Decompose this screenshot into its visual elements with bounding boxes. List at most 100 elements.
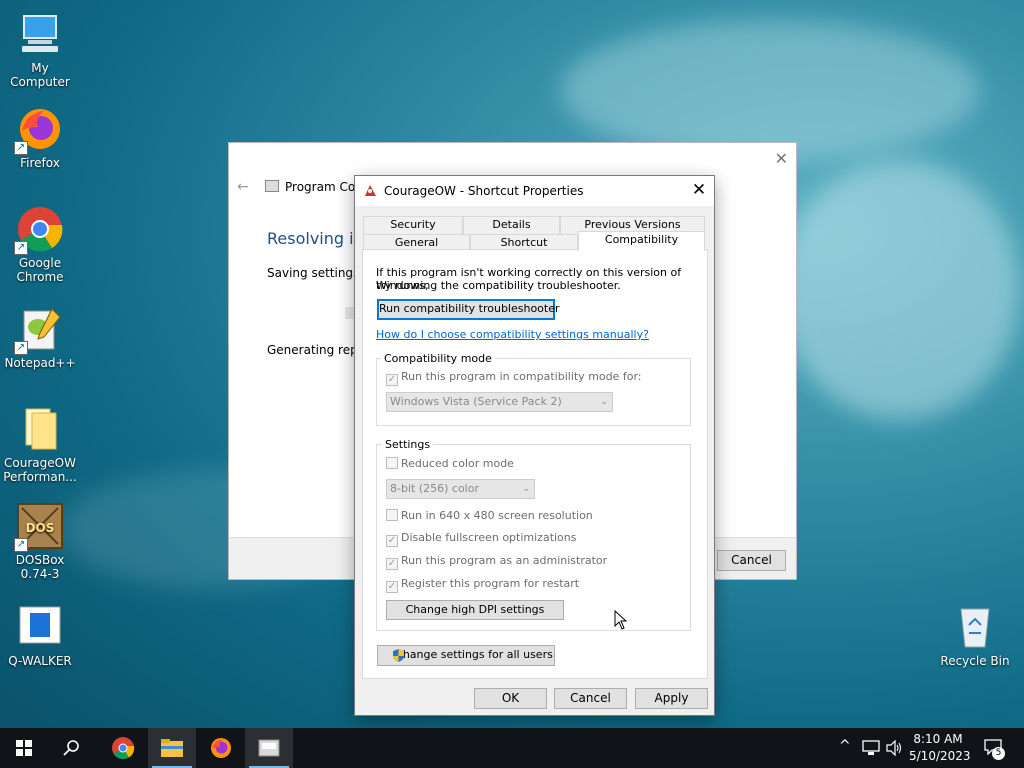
firefox-icon: ↗ — [14, 105, 64, 155]
chrome-icon — [112, 737, 135, 760]
recycle-bin-icon — [951, 603, 999, 651]
desktop-icon-label: Notepad++ — [4, 356, 76, 370]
tab-security[interactable]: Security — [363, 216, 463, 234]
chevron-up-icon[interactable]: ^ — [839, 738, 851, 754]
checkbox-checked-icon: ✓ — [386, 535, 398, 547]
desktop-icon-label: Firefox — [20, 156, 60, 170]
cancel-button[interactable]: Cancel — [554, 688, 627, 709]
shortcut-arrow-icon: ↗ — [14, 141, 28, 155]
settings-label: Settings — [382, 438, 434, 451]
notification-center-button[interactable]: 5 — [984, 739, 1005, 760]
dialog-titlebar[interactable]: CourageOW - Shortcut Properties ✕ — [355, 176, 714, 206]
desktop-icon-label: My Computer — [10, 61, 70, 89]
dosbox-icon: DOS ↗ — [14, 502, 64, 552]
resolution-640-label: Run in 640 x 480 screen resolution — [401, 509, 593, 522]
chevron-down-icon: ⌄ — [600, 397, 608, 407]
desktop-icon-label: CourageOW Performan... — [3, 456, 77, 484]
checkbox-unchecked-icon — [386, 509, 398, 521]
compat-os-select[interactable]: Windows Vista (Service Pack 2) ⌄ — [386, 392, 613, 412]
run-as-admin-label: Run this program as an administrator — [401, 554, 608, 567]
checkbox-checked-icon: ✓ — [386, 558, 398, 570]
start-button[interactable] — [0, 728, 48, 768]
taskbar-troubleshooter[interactable] — [245, 728, 293, 768]
tab-compatibility[interactable]: Compatibility — [578, 231, 705, 251]
desktop-icon-notepad-plus-plus[interactable]: ↗ Notepad++ — [0, 305, 80, 370]
desktop-icon-dosbox[interactable]: DOS ↗ DOSBox 0.74-3 — [0, 502, 80, 581]
run-troubleshooter-button[interactable]: Run compatibility troubleshooter — [377, 299, 560, 320]
clock-date[interactable]: 5/10/2023 — [909, 749, 971, 763]
shortcut-properties-dialog[interactable]: CourageOW - Shortcut Properties ✕ Securi… — [354, 175, 715, 716]
taskbar-firefox[interactable] — [197, 728, 245, 768]
compatibility-mode-label: Compatibility mode — [381, 352, 495, 365]
apply-button[interactable]: Apply — [635, 688, 708, 709]
shortcut-arrow-icon: ↗ — [14, 241, 28, 255]
troubleshooter-icon — [258, 739, 280, 757]
back-arrow-icon[interactable]: ← — [237, 179, 249, 195]
notification-count-badge: 5 — [992, 747, 1005, 760]
network-icon[interactable] — [862, 740, 880, 756]
close-icon[interactable]: ✕ — [684, 176, 714, 206]
folder-icon — [161, 739, 183, 757]
notepad-plus-plus-icon: ↗ — [14, 305, 64, 355]
windows-logo-icon — [16, 740, 32, 756]
clock-time[interactable]: 8:10 AM — [912, 732, 964, 746]
change-all-users-label: Change settings for all users — [395, 648, 553, 661]
checkbox-unchecked-icon — [386, 457, 398, 469]
desktop-icon-firefox[interactable]: ↗ Firefox — [0, 105, 80, 170]
disable-fullscreen-label: Disable fullscreen optimizations — [401, 531, 577, 544]
shortcut-arrow-icon: ↗ — [14, 538, 28, 552]
taskbar-chrome[interactable] — [99, 728, 147, 768]
wallpaper-highlight — [780, 160, 1020, 420]
desktop-icon-my-computer[interactable]: My Computer — [0, 10, 80, 89]
desktop-icon-q-walker[interactable]: Q-WALKER — [0, 603, 80, 668]
mouse-cursor-icon — [614, 610, 628, 630]
troubleshooter-icon — [265, 180, 279, 192]
firefox-icon — [211, 738, 231, 758]
checkbox-checked-icon: ✓ — [386, 581, 398, 593]
close-icon[interactable]: ✕ — [775, 149, 788, 168]
ok-button[interactable]: OK — [474, 688, 547, 709]
compat-mode-checkbox-label: Run this program in compatibility mode f… — [401, 370, 642, 383]
checkbox-checked-icon: ✓ — [386, 374, 398, 386]
search-icon — [63, 740, 79, 756]
tab-details[interactable]: Details — [463, 216, 560, 234]
shortcut-arrow-icon: ↗ — [14, 341, 28, 355]
run-as-admin-checkbox[interactable]: ✓ Run this program as an administrator — [386, 554, 607, 570]
intro-text-line2: try running the compatibility troublesho… — [376, 279, 621, 292]
chrome-icon: ↗ — [14, 205, 64, 255]
desktop-icon-label: Google Chrome — [16, 256, 64, 284]
disable-fullscreen-checkbox[interactable]: ✓ Disable fullscreen optimizations — [386, 531, 577, 547]
search-button[interactable] — [48, 728, 96, 768]
reduced-color-checkbox[interactable]: Reduced color mode — [386, 457, 514, 470]
bg-window-status-saving: Saving settings — [267, 266, 360, 280]
app-icon — [365, 185, 376, 196]
desktop-icon-courageow-folder[interactable]: CourageOW Performan... — [0, 405, 80, 484]
color-depth-select[interactable]: 8-bit (256) color ⌄ — [386, 479, 535, 499]
bg-cancel-button[interactable]: Cancel — [717, 550, 786, 571]
manual-settings-link[interactable]: How do I choose compatibility settings m… — [376, 328, 649, 341]
speaker-icon[interactable] — [885, 740, 903, 756]
bg-window-title: Program Con — [285, 180, 363, 194]
desktop-icon-label: Q-WALKER — [8, 654, 72, 668]
wallpaper-highlight — [560, 20, 980, 160]
compat-mode-checkbox[interactable]: ✓ Run this program in compatibility mode … — [386, 370, 642, 386]
svg-text:DOS: DOS — [26, 521, 55, 535]
change-all-users-button[interactable]: Change settings for all users — [377, 645, 555, 666]
desktop-icon-label: DOSBox 0.74-3 — [15, 553, 65, 581]
desktop-icon-recycle-bin[interactable]: Recycle Bin — [935, 603, 1015, 668]
compatibility-panel: If this program isn't working correctly … — [362, 249, 708, 679]
compat-os-selected-value: Windows Vista (Service Pack 2) — [390, 395, 562, 408]
taskbar: ^ 8:10 AM 5/10/2023 5 — [0, 728, 1024, 768]
reduced-color-label: Reduced color mode — [401, 457, 514, 470]
folder-icon — [16, 405, 64, 453]
resolution-640-checkbox[interactable]: Run in 640 x 480 screen resolution — [386, 509, 593, 522]
dialog-title: CourageOW - Shortcut Properties — [384, 184, 584, 198]
q-walker-icon — [16, 603, 64, 651]
computer-icon — [16, 10, 64, 58]
register-restart-checkbox[interactable]: ✓ Register this program for restart — [386, 577, 579, 593]
desktop-icon-google-chrome[interactable]: ↗ Google Chrome — [0, 205, 80, 284]
change-dpi-button[interactable]: Change high DPI settings — [386, 600, 564, 620]
chevron-down-icon: ⌄ — [522, 484, 530, 494]
taskbar-file-explorer[interactable] — [148, 728, 196, 768]
color-depth-selected-value: 8-bit (256) color — [390, 482, 479, 495]
